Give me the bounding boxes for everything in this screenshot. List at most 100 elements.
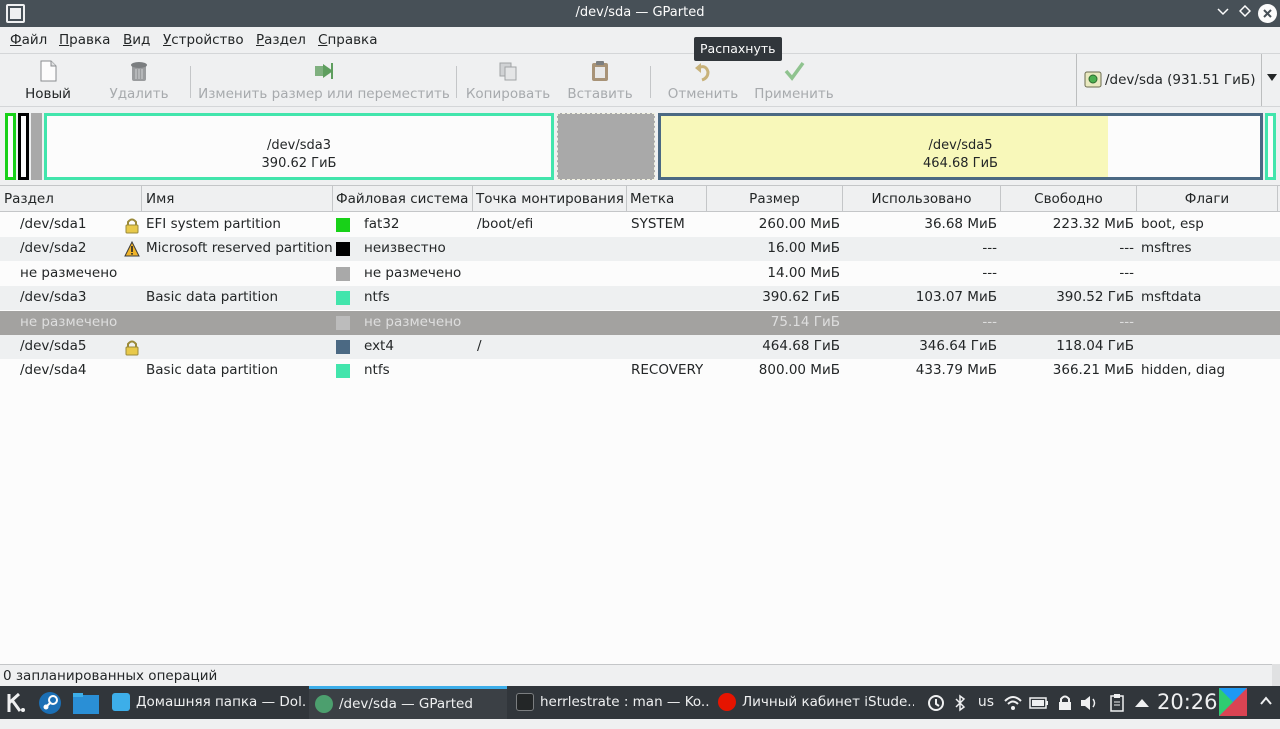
column-header-label[interactable]: Метка: [627, 186, 707, 212]
tray-expand-arrow-icon[interactable]: [1131, 686, 1153, 719]
device-dropdown-arrow[interactable]: [1261, 54, 1280, 106]
clipboard-icon[interactable]: [1106, 686, 1128, 719]
flags-cell: msftdata: [1141, 289, 1202, 306]
status-bar: 0 запланированных операций: [0, 664, 1280, 686]
table-header: Раздел Имя Файловая система Точка монтир…: [0, 186, 1280, 212]
status-scroll: [1272, 664, 1280, 686]
device-selector[interactable]: /dev/sda (931.51 ГиБ): [1076, 54, 1280, 106]
paste-clipboard-icon: [592, 61, 608, 81]
task-dolphin[interactable]: Домашняя папка — Dol...: [108, 686, 306, 719]
column-header-filesystem[interactable]: Файловая система: [333, 186, 473, 212]
free-cell: ---: [1119, 240, 1134, 257]
disk-segment-sda3[interactable]: /dev/sda3 390.62 ГиБ: [44, 113, 554, 180]
size-cell: 464.68 ГиБ: [762, 338, 840, 354]
resize-move-button[interactable]: Изменить размер или переместить: [198, 54, 450, 108]
lock-screen-icon[interactable]: [1054, 686, 1076, 719]
show-desktop-button[interactable]: [1218, 686, 1248, 719]
size-cell: 75.14 ГиБ: [770, 313, 840, 330]
title-bar: /dev/sda — GParted: [0, 0, 1280, 27]
filesystem-color-swatch: [336, 364, 350, 379]
filesystem-cell: ntfs: [364, 362, 390, 379]
column-header-flags[interactable]: Флаги: [1137, 186, 1278, 212]
filesystem-cell: ext4: [364, 338, 394, 354]
file-manager-launcher[interactable]: [72, 686, 102, 719]
disk-segment-sda5[interactable]: /dev/sda5 464.68 ГиБ: [658, 113, 1263, 180]
disk-segment-sda2[interactable]: [18, 113, 29, 180]
free-cell: ---: [1119, 264, 1134, 281]
partition-cell: /dev/sda4: [20, 362, 87, 379]
filesystem-color-swatch: [336, 266, 350, 281]
close-button[interactable]: [1258, 4, 1277, 23]
paste-button[interactable]: Вставить: [562, 54, 638, 108]
toolbar-separator: [456, 66, 457, 98]
partition-cell: /dev/sda1: [20, 216, 87, 232]
menu-partition[interactable]: Раздел: [256, 32, 306, 48]
disk-segment-sda4[interactable]: [1265, 113, 1276, 180]
menu-icon[interactable]: [1254, 686, 1278, 719]
app-launcher-button[interactable]: [4, 686, 32, 719]
chevron-down-icon: [1217, 8, 1229, 16]
warning-icon: [124, 241, 140, 257]
menu-help[interactable]: Справка: [318, 32, 378, 48]
filesystem-color-swatch: [336, 291, 350, 306]
label-cell: RECOVERY: [631, 362, 704, 379]
undo-button[interactable]: Отменить: [664, 54, 742, 108]
column-header-mountpoint[interactable]: Точка монтирования: [473, 186, 627, 212]
table-row[interactable]: /dev/sda3 Basic data partition ntfs 390.62 …: [0, 286, 1280, 311]
used-cell: ---: [982, 313, 997, 330]
task-yandex-browser[interactable]: Личный кабинет iStude...: [714, 686, 914, 719]
bluetooth-icon[interactable]: [950, 686, 970, 719]
table-row[interactable]: /dev/sda5 ext4 / 464.68 ГиБ 346.64 ГиБ 118.04…: [0, 335, 1280, 359]
triangle-down-icon: [1266, 74, 1277, 81]
volume-icon[interactable]: [1078, 686, 1102, 719]
keyboard-layout-indicator[interactable]: us: [973, 686, 999, 719]
updates-icon[interactable]: [925, 686, 947, 719]
copy-button[interactable]: Копировать: [464, 54, 552, 108]
task-konsole[interactable]: herrlestrate : man — Ko...: [512, 686, 710, 719]
column-header-size[interactable]: Размер: [707, 186, 843, 212]
steam-launcher[interactable]: [38, 686, 66, 719]
free-cell: ---: [1119, 313, 1134, 330]
disk-segment-sda1[interactable]: [5, 113, 16, 180]
harddisk-icon: [1084, 71, 1102, 88]
used-cell: ---: [982, 264, 997, 281]
table-row[interactable]: /dev/sda1 EFI system partition fat32/boot/…: [0, 213, 1280, 237]
filesystem-color-swatch: [336, 242, 350, 257]
menu-device[interactable]: Устройство: [163, 32, 244, 48]
partition-cell: /dev/sda2: [20, 240, 87, 257]
table-row[interactable]: не размечено не размечено 14.00 МиБ --- ---: [0, 262, 1280, 286]
column-header-used[interactable]: Использовано: [843, 186, 1001, 212]
free-cell: 223.32 МиБ: [1052, 216, 1134, 232]
minimize-button[interactable]: [1213, 4, 1233, 23]
clock[interactable]: 20:26: [1157, 686, 1218, 719]
partition-table: Раздел Имя Файловая система Точка монтир…: [0, 185, 1280, 664]
disk-segment-unallocated-2[interactable]: [557, 113, 655, 180]
filesystem-cell: не размечено: [364, 264, 462, 281]
tooltip: Распахнуть: [694, 37, 782, 61]
checkmark-icon: [784, 61, 805, 81]
maximize-button[interactable]: [1235, 4, 1255, 23]
battery-icon[interactable]: [1028, 686, 1050, 719]
column-header-partition[interactable]: Раздел: [0, 186, 142, 212]
new-button[interactable]: Новый: [16, 54, 80, 108]
table-row[interactable]: /dev/sda4 Basic data partition ntfs RECOVER…: [0, 359, 1280, 383]
column-header-name[interactable]: Имя: [142, 186, 333, 212]
window-title: /dev/sda — GParted: [575, 5, 705, 20]
menu-file[interactable]: Файл: [10, 32, 47, 48]
wifi-icon[interactable]: [1002, 686, 1024, 719]
table-row[interactable]: не размечено не размечено 75.14 ГиБ --- ---: [0, 310, 1280, 335]
table-row[interactable]: /dev/sda2 Microsoft reserved partition неи…: [0, 237, 1280, 262]
menu-view[interactable]: Вид: [123, 32, 150, 48]
menu-edit[interactable]: Правка: [59, 32, 110, 48]
size-cell: 14.00 МиБ: [767, 264, 840, 281]
disk-segment-unallocated-1[interactable]: [31, 113, 42, 180]
gparted-icon: [315, 695, 333, 713]
column-header-free[interactable]: Свободно: [1001, 186, 1137, 212]
delete-button[interactable]: Удалить: [104, 54, 174, 108]
toolbar-separator: [650, 66, 651, 98]
apply-button[interactable]: Применить: [752, 54, 836, 108]
task-gparted[interactable]: /dev/sda — GParted: [309, 686, 507, 719]
filesystem-cell: неизвестно: [364, 240, 446, 257]
filesystem-cell: не размечено: [364, 313, 462, 330]
resize-arrow-icon: [315, 63, 333, 79]
